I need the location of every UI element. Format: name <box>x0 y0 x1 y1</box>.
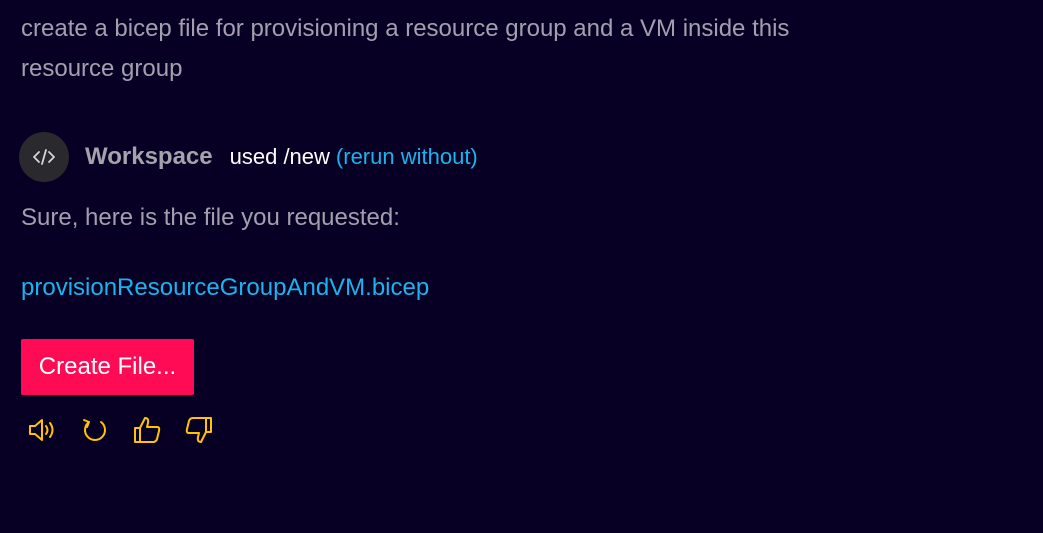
code-icon <box>33 149 55 165</box>
retry-icon <box>83 419 106 441</box>
used-command: used /new <box>229 144 330 169</box>
rerun-without-link[interactable]: (rerun without) <box>336 144 478 170</box>
chat-panel: create a bicep file for provisioning a r… <box>0 0 1043 533</box>
thumbs-down-button[interactable] <box>182 413 216 447</box>
response-actions <box>26 413 234 447</box>
retry-button[interactable] <box>78 413 112 447</box>
thumbs-up-icon <box>134 417 161 443</box>
read-aloud-button[interactable] <box>26 413 60 447</box>
reply-text: Sure, here is the file you requested: <box>21 204 400 231</box>
response-header: Workspace used /new (rerun without) <box>19 132 478 182</box>
thumbs-down-icon <box>185 417 212 443</box>
file-link[interactable]: provisionResourceGroupAndVM.bicep <box>21 270 429 306</box>
agent-name: Workspace <box>85 143 213 170</box>
user-prompt: create a bicep file for provisioning a r… <box>21 15 790 82</box>
thumbs-up-button[interactable] <box>130 413 164 447</box>
speaker-icon <box>29 419 54 441</box>
agent-avatar <box>19 132 69 182</box>
create-file-button[interactable]: Create File... <box>21 339 194 395</box>
